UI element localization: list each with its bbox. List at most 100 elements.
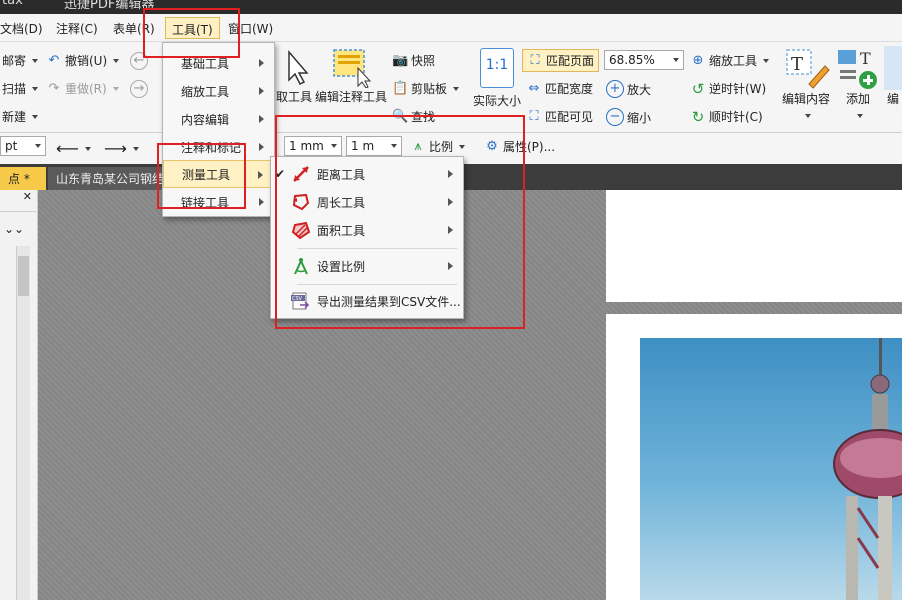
menu-item-label: 缩放工具	[181, 84, 230, 99]
left-side-panel: ✕ ⌄⌄	[0, 190, 38, 600]
menu-window[interactable]: 窗口(W)	[228, 20, 273, 37]
menu-document[interactable]: 文档(D)	[0, 20, 43, 37]
chevron-right-icon	[448, 198, 453, 206]
check-icon: ✔	[275, 167, 286, 181]
redo-button[interactable]: ↷ 重做(R)	[46, 80, 119, 97]
measure-scale-a-value: 1 mm	[289, 139, 324, 153]
menu-item-label: 距离工具	[317, 167, 366, 182]
menu-item-perimeter-tool[interactable]: 周长工具	[271, 188, 463, 216]
unit-value: pt	[5, 139, 18, 153]
scan-button[interactable]: 扫描	[2, 80, 39, 97]
zoom-tool-label: 缩放工具	[709, 54, 758, 68]
fit-width-label: 匹配宽度	[545, 82, 594, 96]
tower-image	[833, 338, 902, 600]
zoom-in-icon: +	[606, 80, 624, 98]
measure-scale-b-select[interactable]: 1 m	[346, 136, 402, 156]
chevron-down-icon	[856, 114, 863, 118]
edit-more-button[interactable]: 编	[884, 46, 902, 107]
menu-bar: 文档(D) 注释(C) 表单(R) 工具(T) 窗口(W)	[0, 14, 902, 42]
actual-size-icon: 1:1	[480, 48, 514, 88]
new-button[interactable]: 新建	[2, 108, 39, 125]
fit-visible-label: 匹配可见	[545, 110, 594, 124]
back-button[interactable]: ←	[130, 52, 148, 70]
page-current	[606, 314, 902, 600]
document-tab-active[interactable]: 点 *	[0, 167, 46, 190]
menu-item-export-csv[interactable]: CSV 导出测量结果到CSV文件...	[271, 287, 463, 315]
zoom-in-label: 放大	[627, 82, 652, 97]
redo-label: 重做(R)	[65, 82, 107, 96]
line-end-style-button[interactable]: ⟶	[104, 139, 139, 158]
clipboard-icon: 📋	[392, 80, 409, 96]
menu-item-label: 导出测量结果到CSV文件...	[317, 294, 461, 309]
document-tab[interactable]: 山东青岛某公司钢结	[48, 167, 168, 190]
clipboard-button[interactable]: 📋 剪贴板	[392, 80, 460, 97]
scale-button[interactable]: ⩚ 比例	[410, 138, 466, 155]
title-bar: tax 迅捷PDF编辑器	[0, 0, 902, 14]
title-left-text: tax	[2, 0, 23, 8]
svg-text:T: T	[860, 49, 871, 68]
actual-size-label: 实际大小	[472, 94, 521, 108]
zoom-out-label: 缩小	[627, 110, 652, 125]
menu-item-label: 设置比例	[317, 259, 366, 274]
menu-item-label: 面积工具	[317, 223, 366, 238]
rotate-ccw-button[interactable]: ↺ 逆时针(W)	[690, 80, 767, 97]
compass-icon: ⩚	[414, 138, 422, 154]
panel-close-icon[interactable]: ✕	[0, 190, 36, 212]
document-canvas[interactable]	[38, 190, 902, 600]
svg-text:CSV: CSV	[292, 296, 303, 302]
undo-icon: ↶	[48, 52, 60, 68]
menu-item-set-scale[interactable]: 设置比例	[271, 252, 463, 280]
right-arrow-line-icon: ⟶	[104, 139, 127, 158]
zoom-out-button[interactable]: − 缩小	[606, 108, 651, 126]
mail-button[interactable]: 邮寄	[2, 52, 39, 69]
find-icon: 🔍	[392, 108, 409, 124]
menu-item-content-edit[interactable]: 内容编辑	[163, 105, 274, 133]
page-image	[640, 338, 902, 600]
panel-collapse-icon[interactable]: ⌄⌄	[4, 222, 24, 236]
fit-visible-button[interactable]: ⛶ 匹配可见	[526, 108, 593, 125]
add-button[interactable]: T 添加	[836, 46, 880, 121]
menu-item-area-tool[interactable]: 面积工具	[271, 216, 463, 244]
menu-item-link-tools[interactable]: 链接工具	[163, 188, 274, 216]
zoom-in-button[interactable]: + 放大	[606, 80, 651, 98]
menu-annotation[interactable]: 注释(C)	[56, 20, 98, 37]
measure-scale-a-select[interactable]: 1 mm	[284, 136, 342, 156]
rotate-cw-label: 顺时针(C)	[709, 110, 763, 124]
menu-item-basic-tools[interactable]: 基础工具	[163, 49, 274, 77]
actual-size-button[interactable]: 1:1 实际大小	[470, 48, 524, 109]
chevron-right-icon	[448, 170, 453, 178]
tab-label: 山东青岛某公司钢结	[56, 172, 165, 186]
menu-item-measure-tools[interactable]: 测量工具	[163, 160, 274, 188]
menu-item-annotation-markup[interactable]: 注释和标记	[163, 133, 274, 161]
left-arrow-line-icon: ⟵	[56, 139, 79, 158]
mail-label: 邮寄	[2, 54, 27, 68]
forward-button[interactable]: →	[130, 80, 148, 98]
camera-icon: 📷	[392, 52, 409, 68]
fit-page-icon: ⛶	[530, 52, 540, 68]
zoom-level-select[interactable]: 68.85%	[604, 50, 684, 70]
app-title: 迅捷PDF编辑器	[64, 0, 155, 12]
undo-button[interactable]: ↶ 撤销(U)	[46, 52, 120, 69]
edit-more-label: 编	[886, 92, 899, 106]
panel-scrollbar[interactable]	[16, 246, 30, 600]
menu-tools[interactable]: 工具(T)	[165, 17, 220, 39]
menu-item-zoom-tools[interactable]: 缩放工具	[163, 77, 274, 105]
scrollbar-thumb[interactable]	[18, 256, 29, 296]
properties-button[interactable]: ⚙ 属性(P)...	[484, 138, 555, 155]
back-icon: ←	[130, 52, 148, 70]
menu-item-distance-tool[interactable]: ✔ 距离工具	[271, 160, 463, 188]
zoom-tool-button[interactable]: ⊕ 缩放工具	[690, 52, 770, 69]
edit-annotation-tool-button[interactable]: 编辑注释工具	[314, 46, 388, 105]
scan-label: 扫描	[2, 82, 27, 96]
select-tool-button[interactable]: 取工具	[276, 48, 312, 105]
chevron-right-icon	[258, 171, 263, 179]
line-start-style-button[interactable]: ⟵	[56, 139, 91, 158]
line-width-unit-select[interactable]: pt	[0, 136, 46, 156]
rotate-cw-button[interactable]: ↻ 顺时针(C)	[690, 108, 763, 125]
find-button[interactable]: 🔍 查找	[392, 108, 435, 125]
fit-width-button[interactable]: ⇔ 匹配宽度	[526, 80, 593, 97]
fit-page-button[interactable]: ⛶ 匹配页面	[522, 49, 600, 72]
menu-form[interactable]: 表单(R)	[113, 20, 155, 37]
edit-content-button[interactable]: T 编辑内容	[780, 46, 832, 121]
snapshot-button[interactable]: 📷 快照	[392, 52, 435, 69]
